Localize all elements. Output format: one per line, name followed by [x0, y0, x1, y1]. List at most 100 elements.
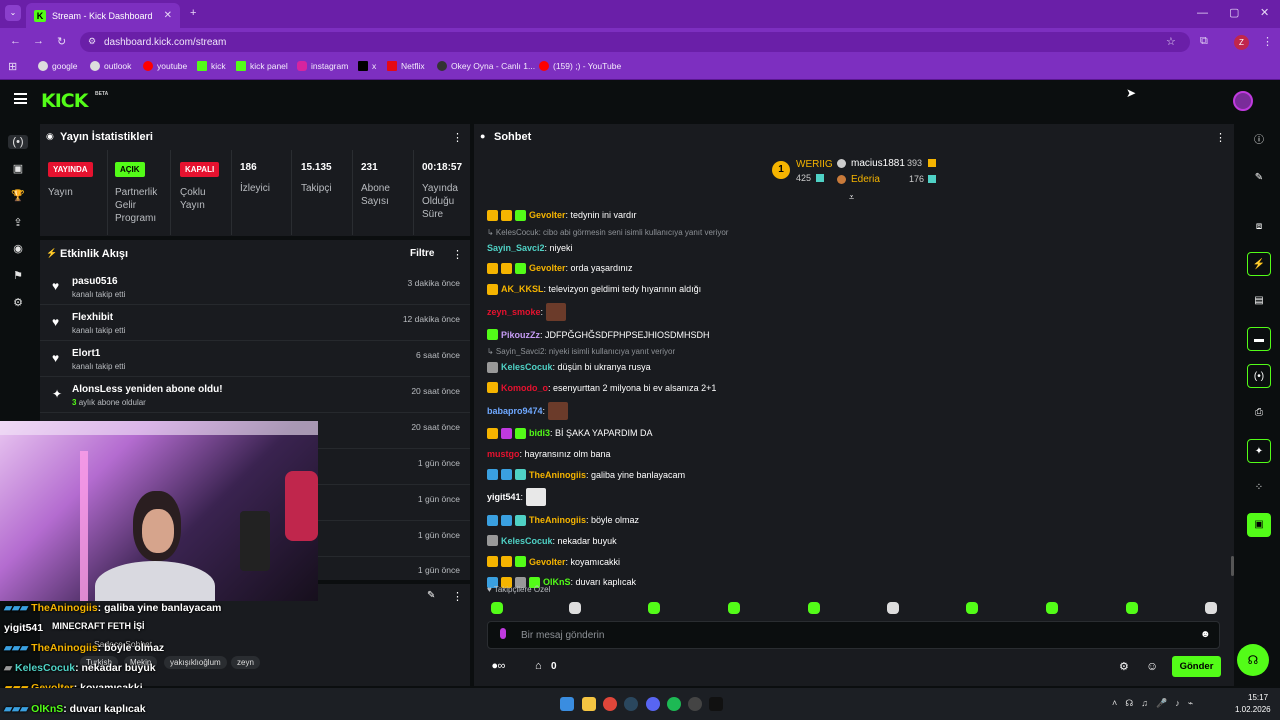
camera-icon[interactable]: ◉	[11, 242, 25, 256]
activity-event[interactable]: ♥ pasu0516 kanalı takip etti 3 dakika önce	[40, 270, 470, 305]
bookmark-kick-panel[interactable]: kick panel	[236, 61, 288, 71]
forward-button[interactable]: →	[33, 35, 44, 47]
url-field[interactable]: dashboard.kick.com/stream	[80, 32, 1190, 52]
chat-username[interactable]: Gevolter	[529, 210, 566, 220]
channel-points-icon[interactable]: ⦁∞	[492, 660, 505, 673]
chat-message[interactable]: TheAninogiis: galiba yine banlayacam	[487, 467, 685, 483]
emote-button[interactable]	[808, 602, 820, 614]
dots-icon[interactable]: ⁘	[1247, 476, 1271, 500]
apps-icon[interactable]: ⊞	[8, 60, 17, 73]
new-tab-button[interactable]: +	[190, 7, 196, 19]
leaderboard-first-name[interactable]: WERIIG	[796, 159, 833, 170]
chat-username[interactable]: Sayin_Savci2	[487, 243, 545, 253]
chat-settings-icon[interactable]: ⚙	[1119, 660, 1129, 673]
emote-button[interactable]	[966, 602, 978, 614]
bookmark-x[interactable]: x	[358, 61, 376, 71]
back-button[interactable]: ←	[10, 35, 21, 47]
bookmark-instagram[interactable]: instagram	[297, 61, 348, 71]
stream-tag[interactable]: zeyn	[231, 656, 260, 669]
chat-message[interactable]: PikouzZz: JDFPĞGHĞSDFPHPSEJHIOSDMHSDH	[487, 327, 710, 343]
tab-menu-button[interactable]: ⌄	[5, 5, 21, 21]
chat-menu-icon[interactable]: ⋮	[1215, 131, 1226, 144]
chat-emote-icon[interactable]: ☺	[1146, 659, 1158, 673]
document-icon[interactable]: ▤	[1247, 289, 1271, 313]
chat-username[interactable]: AK_KKSL	[501, 284, 544, 294]
edit-icon[interactable]: ✎	[427, 590, 435, 601]
emote-button[interactable]	[1126, 602, 1138, 614]
reply-context[interactable]: ↳ Sayin_Savci2: niyeki isimli kullanıcıy…	[487, 347, 675, 356]
expand-leaderboard-icon[interactable]: ⩡	[849, 192, 854, 203]
chat-message[interactable]: AK_KKSL: televizyon geldimi tedy hıyarın…	[487, 281, 701, 297]
maximize-button[interactable]: ▢	[1229, 6, 1239, 19]
chat-username[interactable]: babapro9474	[487, 406, 543, 416]
chat-message[interactable]: yigit541:	[487, 488, 547, 507]
chat-username[interactable]: bidi3	[529, 428, 550, 438]
chat-message[interactable]: bidi3: Bİ ŞAKA YAPARDIM DA	[487, 425, 653, 441]
emote-button[interactable]	[648, 602, 660, 614]
chat-username[interactable]: PikouzZz	[501, 330, 540, 340]
chat-input[interactable]: Bir mesaj gönderin	[521, 630, 604, 641]
activity-menu-icon[interactable]: ⋮	[452, 248, 463, 261]
stream-broadcast-icon[interactable]: (•)	[8, 135, 28, 149]
activity-event[interactable]: ✦ AlonsLess yeniden abone oldu! 3 aylık ab…	[40, 378, 470, 413]
leaderboard-third-name[interactable]: Ederia	[851, 174, 880, 185]
capcut-icon[interactable]	[709, 697, 723, 711]
clock-date[interactable]: 1.02.2026	[1235, 705, 1271, 714]
chat-username[interactable]: Komodo_o	[501, 383, 548, 393]
chat-username[interactable]: KelesCocuk	[501, 362, 553, 372]
bookmark-google[interactable]: google	[38, 61, 78, 71]
stats-menu-icon[interactable]: ⋮	[452, 131, 463, 144]
chat-message[interactable]: Gevolter: orda yaşardınız	[487, 260, 633, 276]
chat-username[interactable]: Gevolter	[529, 557, 566, 567]
dashboard-icon[interactable]: ▣	[11, 162, 25, 176]
bookmark-youtube-2[interactable]: (159) ;) - YouTube	[539, 61, 621, 71]
quick-actions-icon[interactable]: ⚡	[1247, 252, 1271, 276]
kick-logo[interactable]: KICK	[41, 90, 88, 112]
file-explorer-icon[interactable]	[582, 697, 596, 711]
chrome-icon[interactable]	[603, 697, 617, 711]
discord-icon[interactable]	[646, 697, 660, 711]
tray-icons[interactable]: ˄☊♫🎤♪⌁	[1112, 698, 1201, 709]
store-icon[interactable]: ⌂	[535, 660, 542, 672]
microphone-icon[interactable]	[500, 628, 506, 639]
extensions-icon[interactable]: ⧉	[1200, 35, 1208, 48]
chat-username[interactable]: TheAninogiis	[529, 515, 586, 525]
emote-button[interactable]	[1046, 602, 1058, 614]
upload-icon[interactable]: ⇪	[11, 216, 25, 230]
chat-message[interactable]: KelesCocuk: düşün bi ukranya rusya	[487, 359, 651, 375]
minimize-button[interactable]: —	[1197, 7, 1208, 19]
pencil-icon[interactable]: ✎	[1247, 166, 1271, 190]
chat-username[interactable]: yigit541	[487, 492, 521, 502]
chat-message[interactable]: TheAninogiis: böyle olmaz	[487, 512, 639, 528]
chat-username[interactable]: mustgo	[487, 449, 520, 459]
broadcast-icon[interactable]: (•)	[1247, 364, 1271, 388]
leaderboard-second-name[interactable]: macius1881	[851, 158, 905, 169]
chat-message[interactable]: zeyn_smoke:	[487, 302, 567, 321]
profile-avatar[interactable]: Z	[1234, 35, 1249, 50]
wrench-icon[interactable]: ✦	[1247, 439, 1271, 463]
spotify-icon[interactable]	[667, 697, 681, 711]
settings-icon[interactable]: ⚙	[11, 296, 25, 310]
chat-scrollbar[interactable]	[1231, 556, 1234, 576]
trophy-icon[interactable]: 🏆	[11, 189, 25, 203]
chat-popout-icon[interactable]: ▬	[1247, 327, 1271, 351]
clock-time[interactable]: 15:17	[1248, 693, 1268, 702]
activity-event[interactable]: ♥ Elort1 kanalı takip etti 6 saat önce	[40, 342, 470, 377]
bookmark-outlook[interactable]: outlook	[90, 61, 131, 71]
chat-message[interactable]: KelesCocuk: nekadar buyuk	[487, 533, 617, 549]
browser-menu-icon[interactable]: ⋮	[1262, 35, 1273, 48]
user-avatar[interactable]	[1233, 91, 1253, 111]
chat-message[interactable]: Sayin_Savci2: niyeki	[487, 240, 573, 256]
chat-message[interactable]: babapro9474:	[487, 401, 569, 420]
send-button[interactable]: Gönder	[1172, 656, 1221, 677]
screen-capture-icon[interactable]: ⧈	[1247, 215, 1271, 239]
activity-filter-button[interactable]: Filtre	[410, 248, 434, 259]
bookmark-youtube[interactable]: youtube	[143, 61, 187, 71]
emote-button[interactable]	[728, 602, 740, 614]
close-tab-icon[interactable]: ✕	[164, 10, 172, 21]
browser-tab[interactable]: K Stream - Kick Dashboard ✕	[26, 3, 180, 28]
info-icon[interactable]: ⓘ	[1247, 129, 1271, 153]
community-icon[interactable]: ⚑	[11, 269, 25, 283]
activity-event[interactable]: ♥ Flexhibit kanalı takip etti 12 dakika önc…	[40, 306, 470, 341]
stream-info-menu-icon[interactable]: ⋮	[452, 590, 463, 603]
